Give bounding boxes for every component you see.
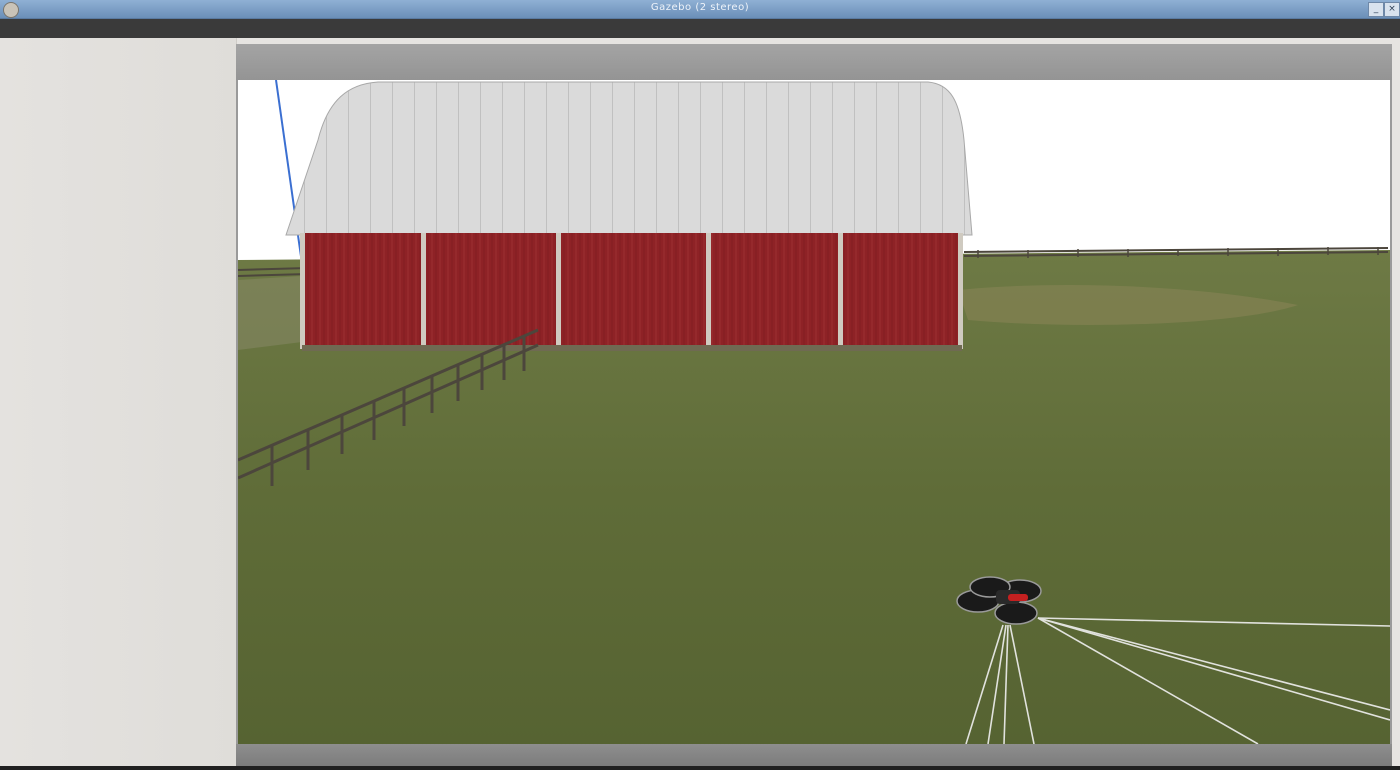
- close-button[interactable]: ×: [1384, 2, 1400, 17]
- viewport-status-bar: [236, 744, 1392, 766]
- window-title: Gazebo (2 stereo): [650, 2, 750, 13]
- taskbar-strip: [0, 766, 1400, 770]
- barn-wall: [302, 233, 962, 349]
- menu-bar: [0, 19, 1400, 38]
- barn-roof: [285, 81, 973, 236]
- viewport-toolbar: [236, 44, 1392, 80]
- minimize-button[interactable]: _: [1368, 2, 1384, 17]
- 3d-scene-viewport[interactable]: [238, 80, 1390, 744]
- window-titlebar: Gazebo (2 stereo) _ ×: [0, 0, 1400, 19]
- scene-render: [238, 80, 1390, 744]
- left-side-panel[interactable]: [0, 38, 237, 766]
